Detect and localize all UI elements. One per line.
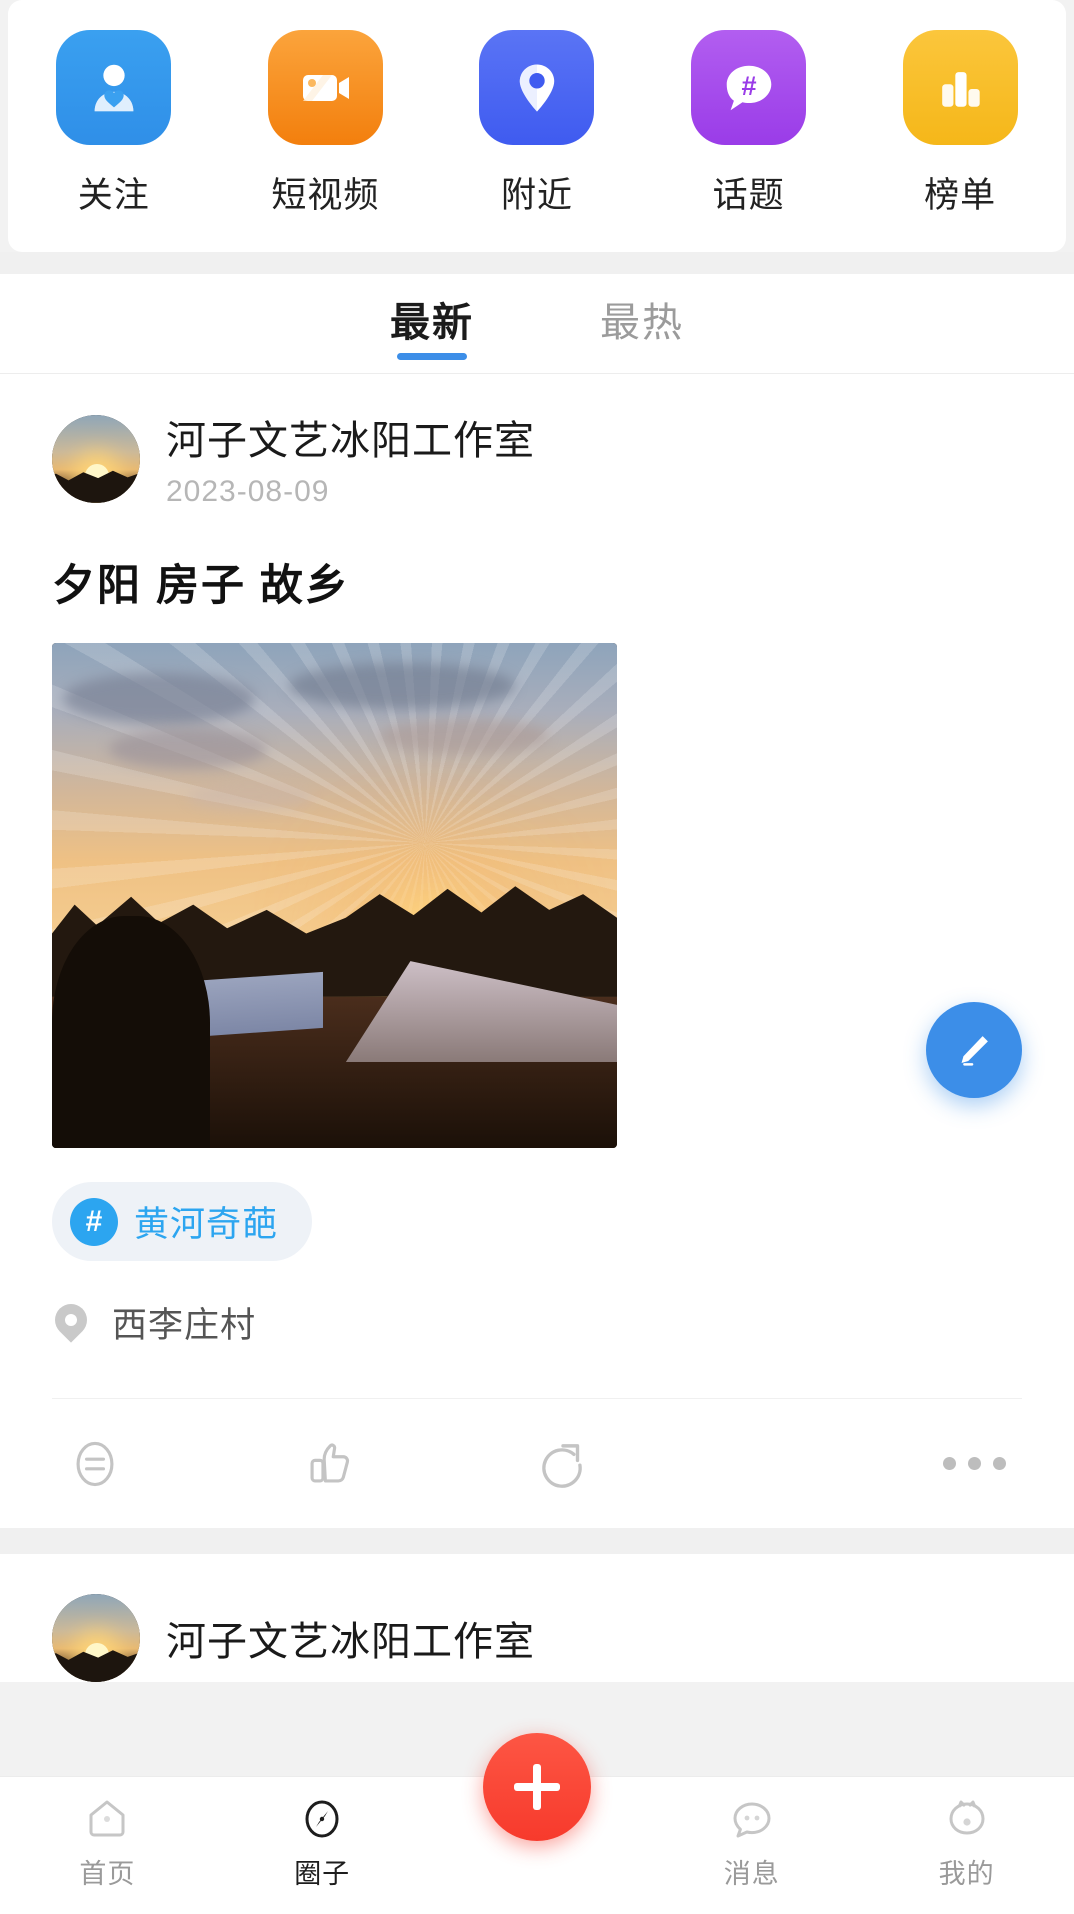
- bar-chart-icon: [902, 30, 1018, 145]
- thumbs-up-icon: [310, 1443, 350, 1482]
- quick-entry-label: 榜单: [924, 176, 997, 215]
- nav-label: 我的: [938, 1859, 995, 1889]
- post-author-name[interactable]: 河子文艺冰阳工作室: [166, 1609, 535, 1667]
- pencil-icon: [961, 1036, 988, 1066]
- hashtag-icon: #: [70, 1197, 118, 1246]
- hashtag-chip[interactable]: # 黄河奇葩: [52, 1182, 313, 1261]
- svg-text:#: #: [741, 69, 756, 100]
- post-separator: [0, 1528, 1074, 1554]
- compose-post-button[interactable]: [926, 1002, 1022, 1098]
- nav-item-profile[interactable]: 我的: [859, 1777, 1074, 1891]
- compass-icon: [298, 1793, 346, 1845]
- share-icon: [542, 1443, 582, 1488]
- post-location-row[interactable]: 西李庄村: [52, 1297, 1022, 1348]
- tab-label: 最新: [390, 301, 474, 345]
- nav-label: 消息: [723, 1859, 780, 1889]
- post-feed: 河子文艺冰阳工作室 2023-08-09 夕阳 房子 故乡 # 黄河奇葩 西李庄…: [0, 374, 1074, 1682]
- quick-entry-card: 关注 短视频 附近 # 话题 榜单: [8, 0, 1066, 252]
- video-camera-icon: [267, 30, 383, 145]
- post-hashtag-row: # 黄河奇葩: [52, 1182, 1022, 1261]
- share-button[interactable]: [534, 1435, 592, 1493]
- post-title: 夕阳 房子 故乡: [52, 562, 350, 610]
- more-button[interactable]: [943, 1457, 1006, 1470]
- nav-item-circle[interactable]: 圈子: [215, 1777, 430, 1891]
- post-action-bar: [52, 1398, 1022, 1528]
- nav-label: 首页: [79, 1859, 136, 1889]
- tab-hottest[interactable]: 最热: [537, 274, 747, 348]
- post-card: 河子文艺冰阳工作室 2023-08-09 夕阳 房子 故乡 # 黄河奇葩 西李庄…: [0, 374, 1074, 1528]
- nav-item-messages[interactable]: 消息: [644, 1777, 859, 1891]
- quick-entry-topic[interactable]: # 话题: [669, 30, 829, 218]
- feed-tab-bar: 最新 最热: [0, 274, 1074, 374]
- post-author-name[interactable]: 河子文艺冰阳工作室: [166, 408, 535, 466]
- home-icon: [83, 1793, 131, 1845]
- location-label: 西李庄村: [112, 1306, 257, 1345]
- more-dots-icon: [943, 1457, 1006, 1470]
- nav-item-home[interactable]: 首页: [0, 1777, 215, 1891]
- quick-entry-label: 关注: [77, 176, 150, 215]
- post-date: 2023-08-09: [166, 475, 330, 508]
- chat-icon: [728, 1793, 776, 1845]
- user-heart-icon: [56, 30, 172, 145]
- post-header: 河子文艺冰阳工作室 2023-08-09: [52, 408, 1022, 509]
- comment-button[interactable]: [66, 1435, 124, 1493]
- avatar[interactable]: [52, 1594, 140, 1682]
- bottom-navigation-bar: 首页 圈子 消息 我的: [0, 1733, 1074, 1914]
- quick-entry-ranking[interactable]: 榜单: [880, 30, 1040, 218]
- post-photo[interactable]: [52, 643, 617, 1148]
- section-divider: [0, 252, 1074, 274]
- quick-entry-label: 附近: [500, 176, 573, 215]
- tab-latest[interactable]: 最新: [327, 274, 537, 348]
- location-pin-icon: [479, 30, 595, 145]
- quick-entry-follow[interactable]: 关注: [34, 30, 194, 218]
- like-button[interactable]: [300, 1435, 358, 1493]
- quick-entry-nearby[interactable]: 附近: [457, 30, 617, 218]
- tab-label: 最热: [600, 301, 684, 345]
- quick-entry-label: 话题: [712, 176, 785, 215]
- hashtag-bubble-icon: #: [691, 30, 807, 145]
- post-header-2: 河子文艺冰阳工作室: [52, 1594, 1022, 1682]
- create-post-button[interactable]: [482, 1733, 591, 1841]
- hashtag-label: 黄河奇葩: [134, 1205, 279, 1244]
- quick-entry-short-video[interactable]: 短视频: [245, 30, 405, 218]
- profile-icon: [943, 1793, 991, 1845]
- post-card-2: 河子文艺冰阳工作室: [0, 1554, 1074, 1682]
- nav-label: 圈子: [294, 1859, 351, 1889]
- location-pin-icon: [52, 1304, 90, 1342]
- quick-entry-label: 短视频: [271, 176, 380, 215]
- avatar[interactable]: [52, 414, 140, 503]
- comment-icon: [76, 1441, 114, 1486]
